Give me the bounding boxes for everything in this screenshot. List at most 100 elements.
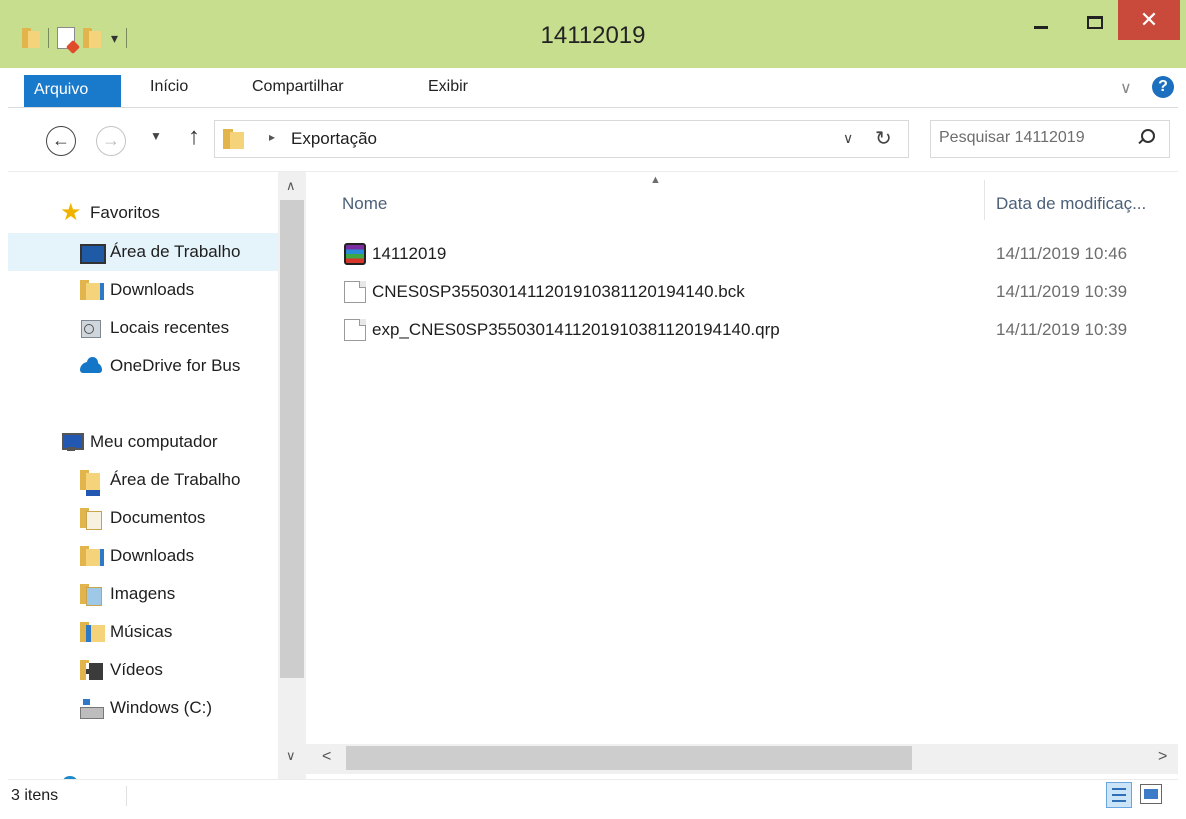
column-header-nome[interactable]: Nome (342, 194, 387, 214)
sidebar-item-downloads-pc[interactable]: Downloads (8, 537, 278, 575)
file-date: 14/11/2019 10:39 (996, 282, 1128, 301)
sidebar-item-label: OneDrive for Bus (110, 356, 241, 375)
sidebar-item-downloads[interactable]: Downloads (8, 271, 278, 309)
sidebar-item-area-de-trabalho[interactable]: Área de Trabalho (8, 233, 278, 271)
file-name: 14112019 (372, 244, 447, 263)
sidebar-item-label: Imagens (110, 584, 176, 603)
documents-folder-icon (80, 508, 102, 530)
downloads-folder-icon (80, 546, 104, 566)
ribbon-tabs: Arquivo Início Compartilhar Exibir ∨ ? (8, 68, 1178, 108)
window-title: 14112019 (540, 22, 646, 49)
sidebar-item-videos[interactable]: Vídeos (8, 651, 278, 689)
file-list: ▲ Nome Data de modificaç... 14112019 14/… (306, 172, 1178, 780)
back-button[interactable]: ← (46, 126, 76, 156)
up-button[interactable]: ↑ (188, 123, 200, 151)
file-name: exp_CNES0SP3550301411201910381120194140.… (372, 320, 780, 339)
title-bar: ▾ 14112019 ✕ (0, 0, 1186, 68)
minimize-button[interactable] (1018, 0, 1064, 44)
downloads-folder-icon (80, 280, 104, 300)
sidebar-item-musicas[interactable]: Músicas (8, 613, 278, 651)
recent-places-icon (80, 318, 102, 338)
details-view-icon[interactable] (1106, 782, 1132, 808)
divider (126, 786, 127, 806)
scrollbar-thumb[interactable] (280, 200, 304, 678)
address-history-dropdown[interactable]: ∨ (843, 130, 853, 147)
sidebar-item-onedrive[interactable]: OneDrive for Bus (8, 347, 278, 385)
file-icon (344, 319, 366, 341)
file-row[interactable]: 14112019 14/11/2019 10:46 (340, 237, 1178, 271)
main-content: ★ Favoritos Área de Trabalho Downloads L… (8, 171, 1178, 780)
rar-archive-icon (344, 243, 366, 265)
sidebar-item-label: Locais recentes (110, 318, 230, 337)
column-header-data[interactable]: Data de modificaç... (996, 194, 1146, 214)
pictures-folder-icon (80, 584, 102, 606)
sidebar-item-label: Documentos (110, 508, 206, 527)
scroll-down-icon[interactable]: ∨ (286, 748, 296, 764)
sidebar-group-label: Favoritos (90, 203, 160, 222)
status-bar: 3 itens (8, 779, 1178, 811)
sidebar-item-area-de-trabalho-pc[interactable]: Área de Trabalho (8, 461, 278, 499)
file-row[interactable]: exp_CNES0SP3550301411201910381120194140.… (340, 313, 1178, 347)
help-icon[interactable]: ? (1152, 76, 1174, 98)
sidebar-item-locais-recentes[interactable]: Locais recentes (8, 309, 278, 347)
breadcrumb-exportacao[interactable]: Exportação (291, 129, 377, 149)
tab-compartilhar[interactable]: Compartilhar (252, 78, 344, 96)
minimize-icon (1034, 25, 1048, 29)
forward-button[interactable]: → (96, 126, 126, 156)
sidebar-item-label: Downloads (110, 280, 195, 299)
sidebar-group-favoritos[interactable]: ★ Favoritos (8, 194, 278, 232)
file-name: CNES0SP3550301411201910381120194140.bck (372, 282, 745, 301)
scroll-up-icon[interactable]: ∧ (286, 178, 296, 194)
tab-arquivo[interactable]: Arquivo (24, 75, 121, 107)
videos-folder-icon (80, 660, 103, 680)
drive-icon (80, 698, 104, 719)
scroll-right-icon[interactable]: > (1158, 748, 1167, 766)
search-input[interactable] (939, 129, 1129, 147)
sidebar-item-network[interactable] (8, 757, 278, 780)
expand-ribbon-icon[interactable]: ∨ (1120, 78, 1132, 98)
search-box[interactable] (930, 120, 1170, 158)
search-icon[interactable] (1137, 128, 1155, 146)
sidebar-item-label: Vídeos (110, 660, 163, 679)
file-date: 14/11/2019 10:39 (996, 320, 1128, 339)
sidebar-item-documentos[interactable]: Documentos (8, 499, 278, 537)
sort-ascending-icon: ▲ (650, 174, 661, 186)
tab-inicio[interactable]: Início (150, 78, 188, 96)
navigation-pane-scrollbar[interactable]: ∧ ∨ (278, 172, 306, 780)
desktop-folder-icon (80, 470, 102, 496)
sidebar-group-label: Meu computador (90, 432, 218, 451)
column-divider[interactable] (984, 180, 985, 220)
desktop-icon (80, 242, 106, 264)
scroll-left-icon[interactable]: < (322, 748, 331, 766)
sidebar-item-label: Área de Trabalho (110, 470, 241, 489)
tab-exibir[interactable]: Exibir (428, 78, 468, 96)
maximize-icon (1087, 15, 1103, 29)
computer-icon (60, 432, 84, 452)
address-bar[interactable]: ▸ Exportação ∨ ↻ (214, 120, 909, 158)
file-row[interactable]: CNES0SP3550301411201910381120194140.bck … (340, 275, 1178, 309)
breadcrumb-separator-icon[interactable]: ▸ (269, 130, 275, 144)
network-icon (60, 766, 82, 780)
scrollbar-thumb[interactable] (346, 746, 912, 770)
file-date: 14/11/2019 10:46 (996, 244, 1128, 263)
maximize-button[interactable] (1072, 0, 1118, 44)
file-icon (344, 281, 366, 303)
sidebar-item-label: Downloads (110, 546, 195, 565)
sidebar-item-windows-c[interactable]: Windows (C:) (8, 689, 278, 727)
close-button[interactable]: ✕ (1118, 0, 1180, 40)
item-count: 3 itens (11, 787, 59, 804)
tiles-view-icon[interactable] (1140, 784, 1162, 804)
sidebar-item-imagens[interactable]: Imagens (8, 575, 278, 613)
sidebar-item-label: Músicas (110, 622, 173, 641)
music-folder-icon (80, 622, 105, 642)
navigation-bar: ← → ▼ ↑ ▸ Exportação ∨ ↻ (8, 109, 1178, 171)
recent-locations-dropdown[interactable]: ▼ (150, 129, 162, 143)
refresh-icon[interactable]: ↻ (875, 126, 892, 151)
onedrive-icon (80, 356, 102, 376)
sidebar-item-label: Windows (C:) (110, 698, 213, 717)
sidebar-group-meu-computador[interactable]: Meu computador (8, 423, 278, 461)
folder-icon (223, 129, 245, 149)
horizontal-scrollbar[interactable]: < > (306, 744, 1178, 774)
sidebar-item-label: Área de Trabalho (110, 242, 241, 261)
star-icon: ★ (60, 199, 82, 226)
